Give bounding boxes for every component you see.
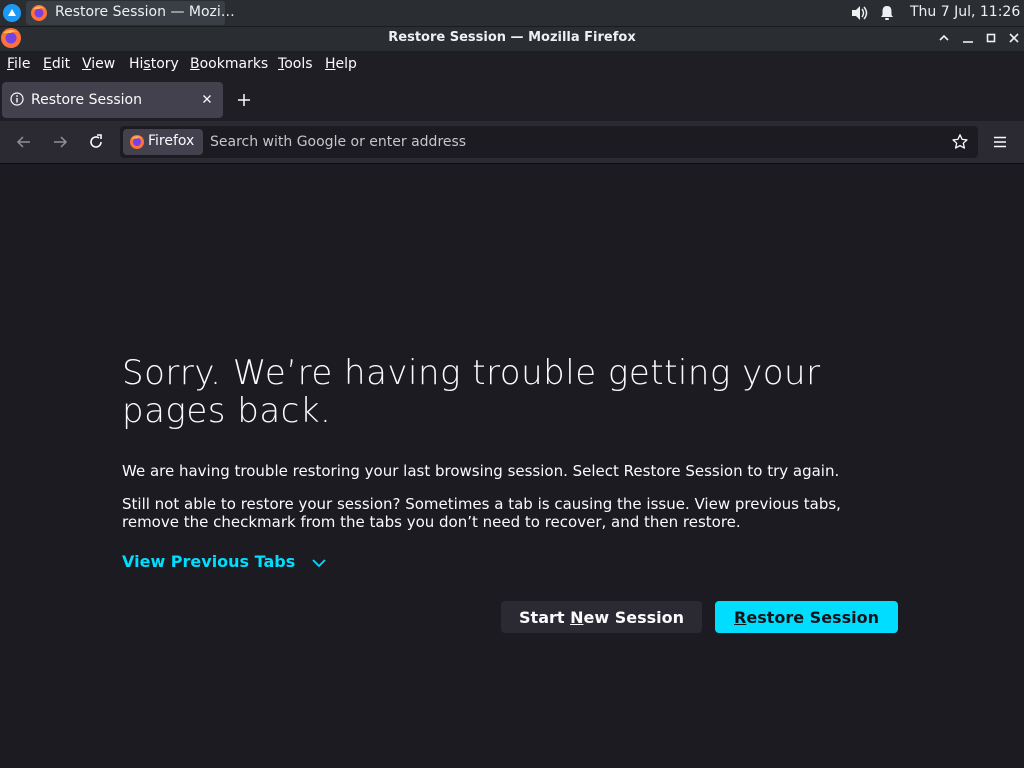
chevron-down-icon[interactable] bbox=[310, 556, 328, 570]
bell-icon[interactable] bbox=[879, 5, 895, 25]
menu-view[interactable]: View bbox=[82, 56, 115, 72]
menu-history[interactable]: History bbox=[129, 56, 179, 72]
kde-start-icon[interactable] bbox=[2, 3, 22, 23]
taskbar: Restore Session — Mozi… Thu 7 Jul, 11:26 bbox=[0, 0, 1024, 26]
menu-tools[interactable]: Tools bbox=[278, 56, 313, 72]
menu-help[interactable]: Help bbox=[325, 56, 357, 72]
menubar: File Edit View History Bookmarks Tools H… bbox=[0, 51, 1024, 79]
restore-session-button[interactable]: Restore Session bbox=[715, 601, 898, 633]
identity-label: Firefox bbox=[148, 133, 195, 149]
url-bar[interactable]: Firefox bbox=[120, 126, 978, 158]
info-icon bbox=[10, 92, 24, 106]
tab-label: Restore Session bbox=[31, 92, 142, 108]
menu-file[interactable]: File bbox=[7, 56, 30, 72]
volume-icon[interactable] bbox=[851, 5, 869, 25]
tab-restore-session[interactable]: Restore Session bbox=[2, 82, 223, 118]
close-icon[interactable] bbox=[1005, 29, 1023, 47]
tab-strip: Restore Session bbox=[0, 79, 1024, 121]
page-title: Sorry. We’re having trouble getting your… bbox=[122, 353, 821, 431]
back-icon[interactable] bbox=[13, 131, 35, 153]
new-tab-icon[interactable] bbox=[234, 90, 254, 110]
description-paragraph-2: Still not able to restore your session? … bbox=[122, 495, 841, 531]
window-title: Restore Session — Mozilla Firefox bbox=[388, 30, 636, 45]
identity-box[interactable]: Firefox bbox=[123, 129, 203, 155]
navigation-toolbar: Firefox bbox=[0, 121, 1024, 164]
clock[interactable]: Thu 7 Jul, 11:26 bbox=[910, 4, 1020, 20]
start-new-session-button[interactable]: Start New Session bbox=[501, 601, 702, 633]
tab-close-icon[interactable] bbox=[199, 91, 215, 107]
taskbar-task-firefox[interactable]: Restore Session — Mozi… bbox=[26, 1, 235, 25]
maximize-icon[interactable] bbox=[982, 29, 1000, 47]
address-input[interactable] bbox=[210, 131, 930, 153]
firefox-icon bbox=[129, 134, 145, 150]
forward-icon[interactable] bbox=[49, 131, 71, 153]
reload-icon[interactable] bbox=[85, 131, 107, 153]
minimize-icon[interactable] bbox=[959, 29, 977, 47]
keep-above-icon[interactable] bbox=[935, 29, 953, 47]
taskbar-task-label: Restore Session — Mozi… bbox=[55, 4, 235, 20]
menu-icon[interactable] bbox=[990, 132, 1010, 152]
description-paragraph-1: We are having trouble restoring your las… bbox=[122, 462, 840, 480]
view-previous-tabs-link[interactable]: View Previous Tabs bbox=[122, 552, 295, 571]
start-new-session-label: Start New Session bbox=[519, 607, 684, 627]
page-content: Sorry. We’re having trouble getting your… bbox=[0, 164, 1024, 768]
restore-session-label: Restore Session bbox=[734, 607, 879, 627]
window-titlebar[interactable]: Restore Session — Mozilla Firefox bbox=[0, 26, 1024, 51]
firefox-icon bbox=[30, 4, 48, 22]
menu-bookmarks[interactable]: Bookmarks bbox=[190, 56, 268, 72]
star-icon[interactable] bbox=[951, 133, 969, 151]
menu-edit[interactable]: Edit bbox=[43, 56, 70, 72]
